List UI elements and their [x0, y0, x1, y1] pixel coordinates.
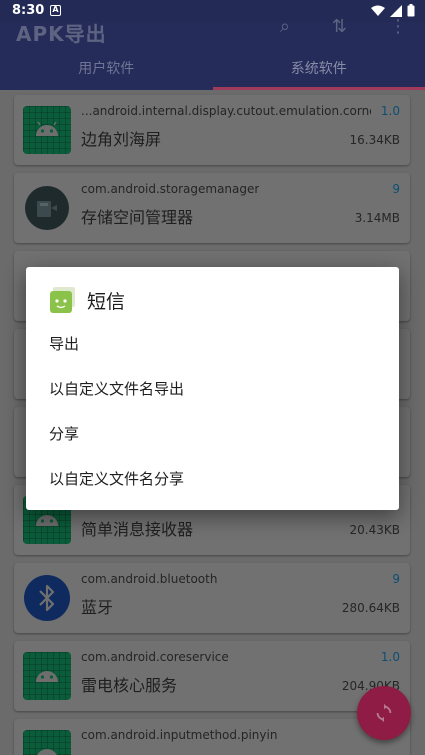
app-actions-dialog: 短信 导出 以自定义文件名导出 分享 以自定义文件名分享 [26, 267, 399, 510]
storage-manager-icon [23, 184, 71, 232]
app-package: com.android.inputmethod.pinyin [81, 728, 278, 742]
app-name: 简单消息接收器 [81, 520, 194, 539]
tab-bar: 用户软件 系统软件 [0, 56, 425, 90]
app-size: 280.64KB [341, 601, 400, 615]
search-icon[interactable]: ⌕ [280, 16, 290, 37]
app-list-item[interactable]: com.android.coreservice 1.0 雷电核心服务 204.9… [14, 641, 410, 711]
tab-user-apps[interactable]: 用户软件 [0, 56, 213, 90]
app-version: 1.0 [380, 104, 400, 118]
page-title: APK导出 [16, 22, 107, 46]
dialog-title: 短信 [87, 290, 126, 313]
app-name: 存储空间管理器 [81, 208, 194, 227]
dialog-header: 短信 [48, 285, 125, 315]
app-list-item[interactable]: com.android.storagemanager 9 存储空间管理器 3.1… [14, 173, 410, 243]
app-package: ...android.internal.display.cutout.emula… [81, 104, 371, 118]
app-list-item[interactable]: com.android.bluetooth 9 蓝牙 280.64KB [14, 563, 410, 633]
app-size: 20.43KB [349, 523, 400, 537]
option-share-custom-name[interactable]: 以自定义文件名分享 [26, 457, 399, 502]
app-name: 蓝牙 [81, 598, 114, 617]
app-name: 边角刘海屏 [81, 130, 162, 149]
notification-icon: A [50, 5, 61, 16]
option-export[interactable]: 导出 [26, 322, 399, 367]
app-list-item[interactable]: ...android.internal.display.cutout.emula… [14, 95, 410, 165]
battery-icon [407, 4, 415, 17]
wifi-icon [371, 5, 385, 16]
app-bar-actions: ⌕ ⇅ ⋮ [280, 16, 407, 37]
android-icon [23, 730, 71, 755]
app-bar: APK导出 ⌕ ⇅ ⋮ 用户软件 系统软件 [0, 16, 425, 90]
bluetooth-icon [23, 574, 71, 622]
option-export-custom-name[interactable]: 以自定义文件名导出 [26, 367, 399, 412]
android-icon [23, 106, 71, 154]
app-size: 3.14MB [354, 211, 400, 225]
app-size: 16.34KB [349, 133, 400, 147]
android-icon [23, 652, 71, 700]
status-time: 8:30 [12, 3, 45, 18]
sort-icon[interactable]: ⇅ [332, 16, 347, 37]
app-version: 9 [392, 182, 400, 196]
more-options-icon[interactable]: ⋮ [389, 16, 407, 37]
app-package: com.android.coreservice [81, 650, 229, 664]
app-version: 9 [392, 572, 400, 586]
app-version: 1.0 [380, 650, 400, 664]
tab-system-apps[interactable]: 系统软件 [212, 56, 425, 90]
app-package: com.android.storagemanager [81, 182, 260, 196]
app-package: com.android.bluetooth [81, 572, 218, 586]
app-list-item[interactable]: com.android.inputmethod.pinyin [14, 719, 410, 755]
option-share[interactable]: 分享 [26, 412, 399, 457]
sms-app-icon [50, 287, 75, 313]
refresh-button[interactable] [357, 686, 411, 740]
signal-icon [390, 4, 402, 17]
app-name: 雷电核心服务 [81, 676, 178, 695]
refresh-icon [376, 703, 392, 723]
